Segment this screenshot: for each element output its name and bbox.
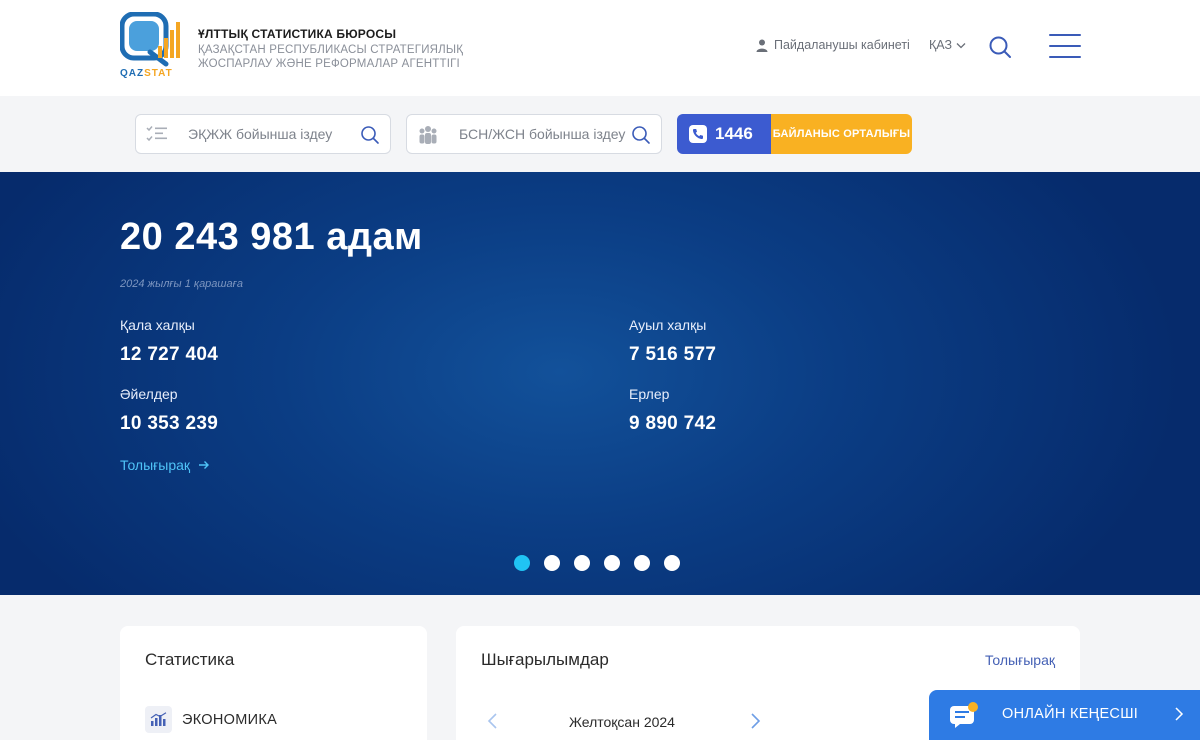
bsn-search-placeholder: БСН/ЖСН бойынша іздеу <box>459 126 626 142</box>
org-subtitle-line-2: ЖОСПАРЛАУ ЖӘНЕ РЕФОРМАЛАР АГЕНТТІГІ <box>198 58 460 70</box>
arrow-right-icon <box>199 461 210 469</box>
logo-icon <box>119 11 180 67</box>
user-cabinet-label: Пайдаланушы кабинеті <box>774 38 910 52</box>
slider-dot-6[interactable] <box>664 555 680 571</box>
slider-dot-4[interactable] <box>604 555 620 571</box>
statistics-title: Статистика <box>145 650 235 669</box>
search-icon[interactable] <box>631 125 651 145</box>
chat-icon <box>950 702 978 728</box>
population-total: 20 243 981 адам <box>120 216 423 258</box>
women-population: Әйелдер 10 353 239 <box>120 386 218 435</box>
logo-wordmark: QAZSTAT <box>120 68 173 79</box>
phone-icon <box>689 125 707 143</box>
slider-pagination <box>514 555 680 571</box>
contact-phone: 1446 <box>677 114 771 154</box>
eqjj-search-input[interactable]: ЭҚЖЖ бойынша іздеу <box>135 114 391 154</box>
checklist-icon <box>146 126 167 142</box>
site-header: QAZSTAT ҰЛТТЫҚ СТАТИСТИКА БЮРОСЫ ҚАЗАҚСТ… <box>0 0 1200 96</box>
org-subtitle-line-1: ҚАЗАҚСТАН РЕСПУБЛИКАСЫ СТРАТЕГИЯЛЫҚ <box>198 44 464 56</box>
slider-dot-2[interactable] <box>544 555 560 571</box>
rural-population: Ауыл халқы 7 516 577 <box>629 317 716 366</box>
org-title: ҰЛТТЫҚ СТАТИСТИКА БЮРОСЫ <box>198 27 397 41</box>
statistics-card: Статистика ЭКОНОМИКА <box>120 626 427 740</box>
contact-phone-number: 1446 <box>715 124 753 143</box>
language-label: ҚАЗ <box>929 38 953 52</box>
search-band: ЭҚЖЖ бойынша іздеу БСН/ЖСН бойынша іздеу <box>0 96 1200 172</box>
men-value: 9 890 742 <box>629 413 717 434</box>
qazstat-logo[interactable]: QAZSTAT <box>119 11 182 80</box>
men-label: Ерлер <box>629 386 670 402</box>
rural-label: Ауыл халқы <box>629 317 707 333</box>
urban-value: 12 727 404 <box>120 344 219 365</box>
language-selector[interactable]: ҚАЗ <box>929 38 966 52</box>
chevron-right-icon[interactable] <box>748 712 762 730</box>
online-consultant-button[interactable]: ОНЛАЙН КЕҢЕСШІ <box>929 690 1200 740</box>
population-hero-slider: 20 243 981 адам 2024 жылғы 1 қарашаға Қа… <box>0 172 1200 595</box>
economy-label: ЭКОНОМИКА <box>182 711 278 728</box>
women-value: 10 353 239 <box>120 413 219 434</box>
menu-burger-button[interactable] <box>1049 34 1081 60</box>
people-icon <box>419 126 437 144</box>
slider-dot-1[interactable] <box>514 555 530 571</box>
women-label: Әйелдер <box>120 386 178 402</box>
search-icon[interactable] <box>988 35 1012 59</box>
urban-label: Қала халқы <box>120 317 195 333</box>
urban-population: Қала халқы 12 727 404 <box>120 317 218 366</box>
releases-more-link[interactable]: Толығырақ <box>985 652 1055 668</box>
statistics-item-economy[interactable]: ЭКОНОМИКА <box>145 706 277 733</box>
men-population: Ерлер 9 890 742 <box>629 386 716 435</box>
economy-chart-icon <box>145 706 172 733</box>
eqjj-search-placeholder: ЭҚЖЖ бойынша іздеу <box>188 126 333 142</box>
chevron-left-icon[interactable] <box>486 712 500 730</box>
slider-dot-3[interactable] <box>574 555 590 571</box>
population-date: 2024 жылғы 1 қарашаға <box>120 278 243 290</box>
organization-name[interactable]: ҰЛТТЫҚ СТАТИСТИКА БЮРОСЫ ҚАЗАҚСТАН РЕСПУ… <box>198 27 463 71</box>
releases-title: Шығарылымдар <box>481 650 609 669</box>
hero-more-label: Толығырақ <box>120 457 191 473</box>
releases-month: Желтоқсан 2024 <box>569 714 675 730</box>
search-icon[interactable] <box>360 125 380 145</box>
contact-center-label: БАЙЛАНЫС ОРТАЛЫҒЫ <box>771 114 912 154</box>
bsn-search-input[interactable]: БСН/ЖСН бойынша іздеу <box>406 114 662 154</box>
chevron-right-icon <box>1175 707 1184 721</box>
chevron-down-icon <box>956 42 966 48</box>
slider-dot-5[interactable] <box>634 555 650 571</box>
user-icon <box>756 39 768 52</box>
hero-more-link[interactable]: Толығырақ <box>120 457 210 473</box>
contact-center-button[interactable]: 1446 БАЙЛАНЫС ОРТАЛЫҒЫ <box>677 114 912 154</box>
user-cabinet-link[interactable]: Пайдаланушы кабинеті <box>756 38 910 52</box>
online-consultant-label: ОНЛАЙН КЕҢЕСШІ <box>1002 706 1139 722</box>
rural-value: 7 516 577 <box>629 344 717 365</box>
